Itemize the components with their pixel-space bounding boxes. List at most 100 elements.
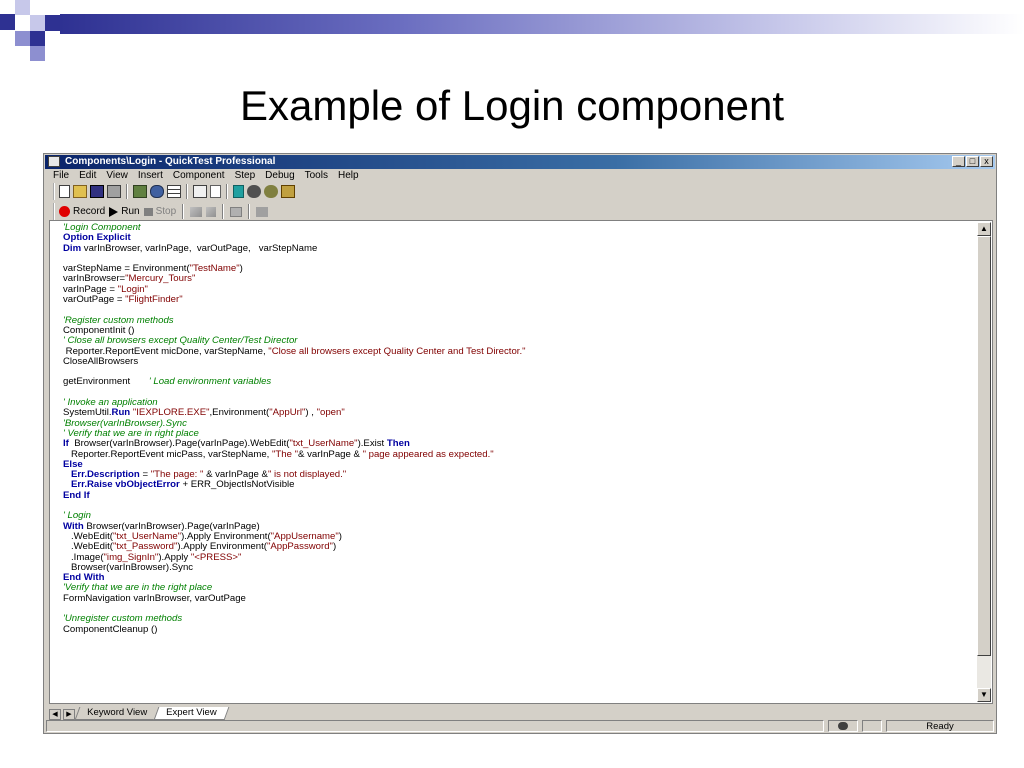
- standard-toolbar: [53, 183, 295, 200]
- tab-label: Expert View: [166, 707, 217, 718]
- vertical-scrollbar[interactable]: ▲ ▼: [977, 222, 991, 702]
- code-line[interactable]: varOutPage = "FlightFinder": [63, 294, 526, 306]
- menu-component[interactable]: Component: [168, 169, 230, 182]
- menu-edit[interactable]: Edit: [74, 169, 101, 182]
- code-line[interactable]: FormNavigation varInBrowser, varOutPage: [63, 592, 526, 604]
- maximize-button[interactable]: □: [966, 156, 979, 167]
- step-generator-icon[interactable]: [193, 185, 207, 198]
- menu-insert[interactable]: Insert: [133, 169, 168, 182]
- print-icon[interactable]: [107, 185, 121, 198]
- checkpoint-icon[interactable]: [210, 185, 221, 198]
- tab-expert-view[interactable]: Expert View: [153, 707, 229, 720]
- testing-toolbar: Record Run Stop: [53, 203, 269, 220]
- toolbar-separator: [222, 204, 225, 219]
- code-token: Reporter.ReportEvent micPass, varStepNam…: [63, 448, 273, 460]
- code-token: "Close all browsers except Quality Cente…: [268, 345, 526, 357]
- save-icon[interactable]: [90, 185, 104, 198]
- app-icon[interactable]: [48, 156, 60, 167]
- code-token: getEnvironment: [63, 376, 149, 388]
- clear-breakpoints-icon[interactable]: [256, 206, 269, 217]
- deco-square: [30, 31, 45, 46]
- deco-square: [0, 14, 15, 30]
- deco-square: [15, 0, 30, 15]
- deco-square: [45, 15, 60, 31]
- toolbar-separator: [226, 184, 228, 199]
- tab-keyword-view[interactable]: Keyword View: [74, 707, 160, 720]
- status-cell: [862, 720, 882, 732]
- menu-view[interactable]: View: [101, 169, 133, 182]
- menu-step[interactable]: Step: [230, 169, 261, 182]
- step-into-icon[interactable]: [190, 206, 203, 217]
- scroll-down-button[interactable]: ▼: [977, 688, 991, 702]
- slide-title: Example of Login component: [239, 82, 784, 129]
- code-token: "FlightFinder": [125, 294, 183, 306]
- code-token: "AppPassword": [266, 541, 333, 553]
- breakpoint-icon[interactable]: [230, 206, 243, 217]
- status-text-cell: Ready: [886, 720, 994, 732]
- code-token: ComponentCleanup (): [63, 623, 158, 635]
- code-token: varInBrowser, varInPage, varOutPage, var…: [81, 242, 318, 254]
- status-cell: [46, 720, 824, 732]
- tab-label: Keyword View: [87, 707, 148, 718]
- menu-debug[interactable]: Debug: [260, 169, 299, 182]
- toolbar-separator: [186, 184, 188, 199]
- tab-scroll-left-icon[interactable]: ◀: [49, 709, 61, 720]
- record-button[interactable]: Record: [59, 206, 105, 217]
- minimize-button[interactable]: _: [952, 156, 965, 167]
- slide-header-decoration: [0, 0, 1024, 62]
- results-icon[interactable]: [264, 185, 278, 198]
- tab-scroll-right-icon[interactable]: ▶: [63, 709, 75, 720]
- options-icon[interactable]: [247, 185, 261, 198]
- menu-help[interactable]: Help: [333, 169, 364, 182]
- code-line[interactable]: Reporter.ReportEvent micPass, varStepNam…: [63, 448, 526, 460]
- new-icon[interactable]: [59, 185, 70, 198]
- code-line[interactable]: [63, 501, 526, 511]
- code-token: FormNavigation varInBrowser, varOutPage: [63, 592, 246, 604]
- expert-view-editor[interactable]: 'Login Component Option Explicit Dim varIn…: [49, 220, 993, 704]
- deco-square: [15, 31, 30, 46]
- code-token: ): [239, 263, 243, 275]
- run-icon: [109, 206, 119, 217]
- stop-icon: [143, 207, 153, 216]
- spy-icon[interactable]: [281, 185, 295, 198]
- step-over-icon[interactable]: [206, 206, 217, 217]
- window-title: Components\Login - QuickTest Professiona…: [65, 156, 276, 167]
- scroll-up-button[interactable]: ▲: [977, 222, 991, 236]
- code-content[interactable]: 'Login Component Option Explicit Dim varIn…: [63, 222, 526, 635]
- code-token: "<PRESS>": [190, 551, 242, 563]
- app-window: Components\Login - QuickTest Professiona…: [43, 153, 997, 734]
- code-line[interactable]: End If: [63, 490, 526, 501]
- code-line[interactable]: 'Login Component: [63, 222, 526, 233]
- data-table-icon[interactable]: [167, 185, 181, 198]
- scroll-thumb[interactable]: [977, 236, 991, 656]
- menu-file[interactable]: File: [48, 169, 74, 182]
- deco-square: [30, 15, 45, 31]
- status-bar: Ready: [46, 720, 994, 733]
- code-line[interactable]: ComponentCleanup (): [63, 623, 526, 635]
- code-line[interactable]: CloseAllBrowsers: [63, 356, 526, 367]
- record-label: Record: [73, 206, 106, 217]
- close-button[interactable]: x: [980, 156, 993, 167]
- code-token: "TestName": [189, 263, 240, 275]
- run-label: Run: [121, 206, 140, 217]
- code-line[interactable]: Err.Raise vbObjectError + ERR_ObjectIsNo…: [63, 480, 526, 490]
- code-token: varOutPage =: [63, 294, 126, 306]
- stop-button[interactable]: Stop: [143, 206, 176, 217]
- code-token: Dim: [63, 242, 82, 254]
- toolbar-separator: [182, 204, 185, 219]
- title-bar[interactable]: Components\Login - QuickTest Professiona…: [45, 155, 995, 169]
- menu-bar: File Edit View Insert Component Step Deb…: [48, 169, 364, 182]
- object-repository-icon[interactable]: [133, 185, 147, 198]
- code-token: ): [338, 530, 342, 542]
- toolbar-separator: [126, 184, 128, 199]
- code-token: ): [332, 541, 337, 553]
- run-button[interactable]: Run: [109, 206, 140, 217]
- object-spy-icon[interactable]: [150, 185, 164, 198]
- test-settings-icon[interactable]: [233, 185, 244, 198]
- deco-square: [15, 15, 30, 31]
- open-icon[interactable]: [73, 185, 87, 198]
- code-line[interactable]: Browser(varInBrowser).Sync: [63, 562, 526, 573]
- code-line[interactable]: getEnvironment ' Load environment variab…: [63, 377, 526, 387]
- menu-tools[interactable]: Tools: [300, 169, 333, 182]
- code-line[interactable]: Dim varInBrowser, varInPage, varOutPage,…: [63, 242, 526, 254]
